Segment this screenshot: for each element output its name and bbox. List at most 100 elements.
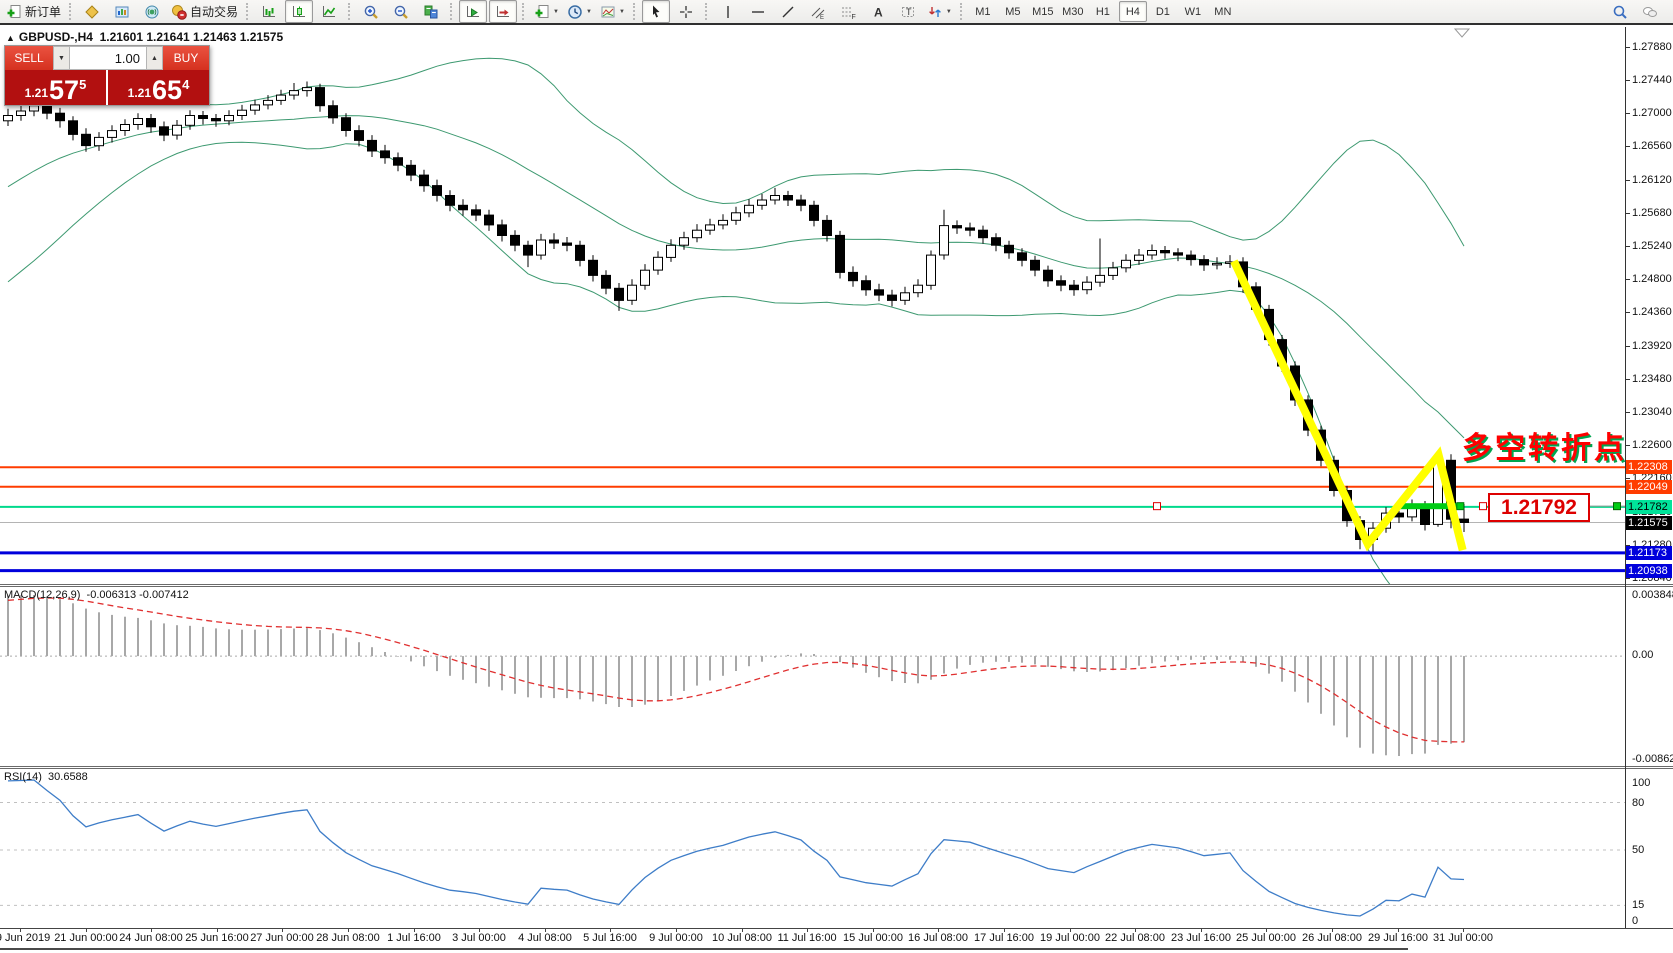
vertical-line-button[interactable]	[714, 0, 742, 23]
timeframe-mn-button[interactable]: MN	[1209, 1, 1237, 22]
panel-collapse-icon[interactable]: ▲	[6, 33, 15, 43]
price-callout-label[interactable]: 1.21792	[1488, 493, 1590, 522]
timeframe-h4-button[interactable]: H4	[1119, 1, 1147, 22]
zoom-in-icon	[363, 4, 379, 20]
arrow-objects-button[interactable]: ▼	[924, 0, 955, 23]
sell-price-prefix: 1.21	[25, 84, 48, 103]
hline-price-label: 1.22049	[1626, 480, 1672, 494]
price-tick	[1625, 180, 1630, 181]
time-axis-line	[0, 928, 1673, 929]
timeframe-h1-button[interactable]: H1	[1089, 1, 1117, 22]
toolbar-separator	[69, 3, 73, 20]
sell-price-sup: 5	[79, 78, 86, 91]
toolbar-separator	[960, 3, 964, 20]
periods-icon	[567, 4, 583, 20]
periods-button[interactable]: ▼	[564, 0, 595, 23]
crosshair-button[interactable]	[672, 0, 700, 23]
macd-values: -0.006313 -0.007412	[87, 589, 189, 601]
chat-button[interactable]	[1636, 0, 1664, 23]
bar-chart-mode-button[interactable]	[255, 0, 283, 23]
dropdown-arrow-icon: ▼	[946, 9, 952, 15]
price-tick	[1625, 412, 1630, 413]
time-label: 17 Jul 16:00	[974, 932, 1034, 944]
zoom-out-icon	[393, 4, 409, 20]
price-tick	[1625, 312, 1630, 313]
new-chart-button[interactable]	[78, 0, 106, 23]
timeframe-m1-button[interactable]: M1	[969, 1, 997, 22]
trendline-button[interactable]	[774, 0, 802, 23]
price-tick-label: 1.24800	[1632, 273, 1672, 285]
line-chart-mode-icon	[321, 4, 337, 20]
price-tick-label: 1.23920	[1632, 340, 1672, 352]
zoom-out-button[interactable]	[387, 0, 415, 23]
templates-button[interactable]: ▼	[597, 0, 628, 23]
macd-axis-zero: 0.00	[1632, 649, 1653, 661]
tile-windows-button[interactable]	[417, 0, 445, 23]
crosshair-icon	[678, 4, 694, 20]
time-label: 31 Jul 00:00	[1433, 932, 1493, 944]
cursor-button[interactable]	[642, 0, 670, 23]
toolbar-separator	[633, 3, 637, 20]
toolbar-separator	[450, 3, 454, 20]
svg-text:T: T	[906, 7, 912, 17]
text-label-button[interactable]: T	[894, 0, 922, 23]
window-bottom-edge	[0, 948, 1408, 950]
main-chart-pane[interactable]	[0, 27, 1625, 584]
rsi-axis-tick: 50	[1632, 844, 1644, 856]
buy-price[interactable]: 1.21 65 4	[106, 70, 209, 105]
time-label: 4 Jul 08:00	[518, 932, 572, 944]
sell-button[interactable]: SELL	[5, 46, 53, 70]
sell-price-big: 57	[49, 77, 79, 103]
cursor-icon	[648, 4, 664, 20]
time-label: 23 Jul 16:00	[1171, 932, 1231, 944]
time-label: 29 Jul 16:00	[1368, 932, 1428, 944]
auto-scroll-icon	[495, 4, 511, 20]
hline-price-label: 1.21173	[1626, 546, 1672, 560]
templates-icon	[600, 4, 616, 20]
timeframe-m5-button[interactable]: M5	[999, 1, 1027, 22]
candle-mode-button[interactable]	[285, 0, 313, 23]
dropdown-arrow-icon: ▼	[619, 9, 625, 15]
annotation-text[interactable]: 多空转折点	[1462, 423, 1627, 467]
chart-shift-button[interactable]	[459, 0, 487, 23]
time-label: 15 Jul 00:00	[843, 932, 903, 944]
rsi-pane[interactable]	[0, 769, 1625, 928]
macd-name: MACD(12,26,9)	[4, 589, 80, 601]
auto-scroll-button[interactable]	[489, 0, 517, 23]
time-label: 19 Jun 2019	[0, 932, 50, 944]
time-label: 27 Jun 00:00	[250, 932, 314, 944]
time-label: 28 Jun 08:00	[316, 932, 380, 944]
timeframe-d1-button[interactable]: D1	[1149, 1, 1177, 22]
profiles-button[interactable]	[108, 0, 136, 23]
macd-pane[interactable]	[0, 587, 1625, 766]
autotrading-button[interactable]: 自动交易	[168, 0, 241, 23]
timeframe-m15-button[interactable]: M15	[1029, 1, 1057, 22]
equidistant-channel-button[interactable]: E	[804, 0, 832, 23]
volume-increase-button[interactable]: ▲	[146, 46, 163, 70]
current-price-label: 1.21575	[1626, 516, 1672, 530]
volume-decrease-button[interactable]: ▼	[53, 46, 70, 70]
new-order-button[interactable]: 新订单	[3, 0, 64, 23]
autotrading-label: 自动交易	[190, 3, 238, 20]
fibonacci-button[interactable]: F	[834, 0, 862, 23]
price-tick	[1625, 478, 1630, 479]
price-tick-label: 1.25240	[1632, 240, 1672, 252]
time-label: 22 Jul 08:00	[1105, 932, 1165, 944]
text-button[interactable]: A	[864, 0, 892, 23]
buy-button[interactable]: BUY	[163, 46, 209, 70]
price-tick-label: 1.27000	[1632, 107, 1672, 119]
price-tick-label: 1.27880	[1632, 41, 1672, 53]
sell-price[interactable]: 1.21 57 5	[5, 70, 106, 105]
line-chart-mode-button[interactable]	[315, 0, 343, 23]
buy-price-prefix: 1.21	[128, 84, 151, 103]
search-button[interactable]	[1606, 0, 1634, 23]
timeframe-m30-button[interactable]: M30	[1059, 1, 1087, 22]
zoom-in-button[interactable]	[357, 0, 385, 23]
indicators-list-button[interactable]: ▼	[531, 0, 562, 23]
timeframe-w1-button[interactable]: W1	[1179, 1, 1207, 22]
fibonacci-icon: F	[840, 4, 856, 20]
horizontal-line-button[interactable]	[744, 0, 772, 23]
alerts-button[interactable]	[138, 0, 166, 23]
volume-input[interactable]	[70, 46, 146, 70]
bar-chart-mode-icon	[261, 4, 277, 20]
